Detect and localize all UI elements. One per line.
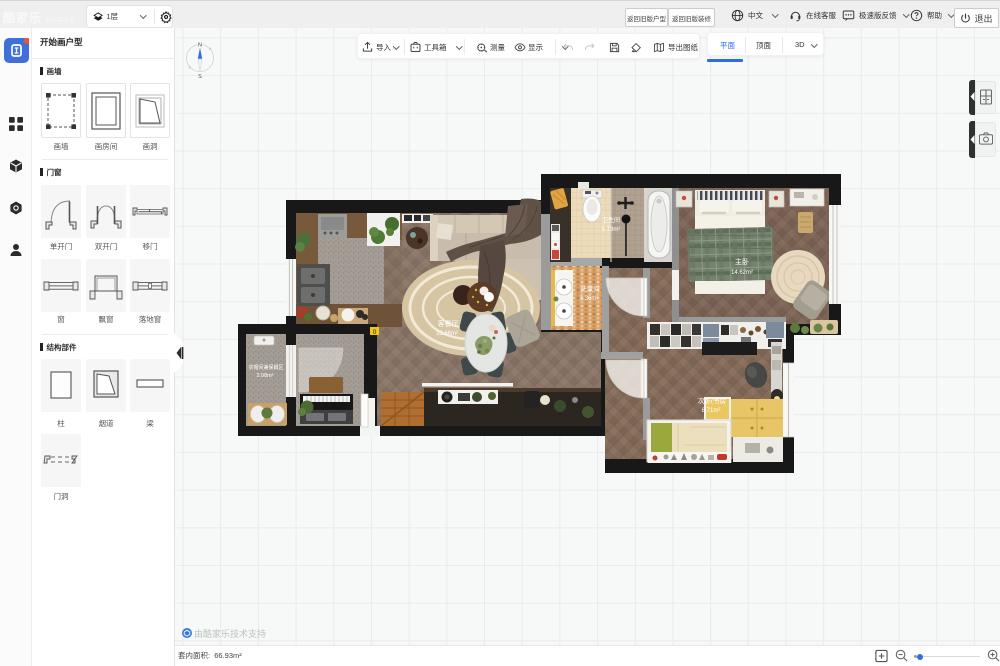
svg-text:S: S [198,74,202,79]
svg-text:N: N [198,43,202,49]
